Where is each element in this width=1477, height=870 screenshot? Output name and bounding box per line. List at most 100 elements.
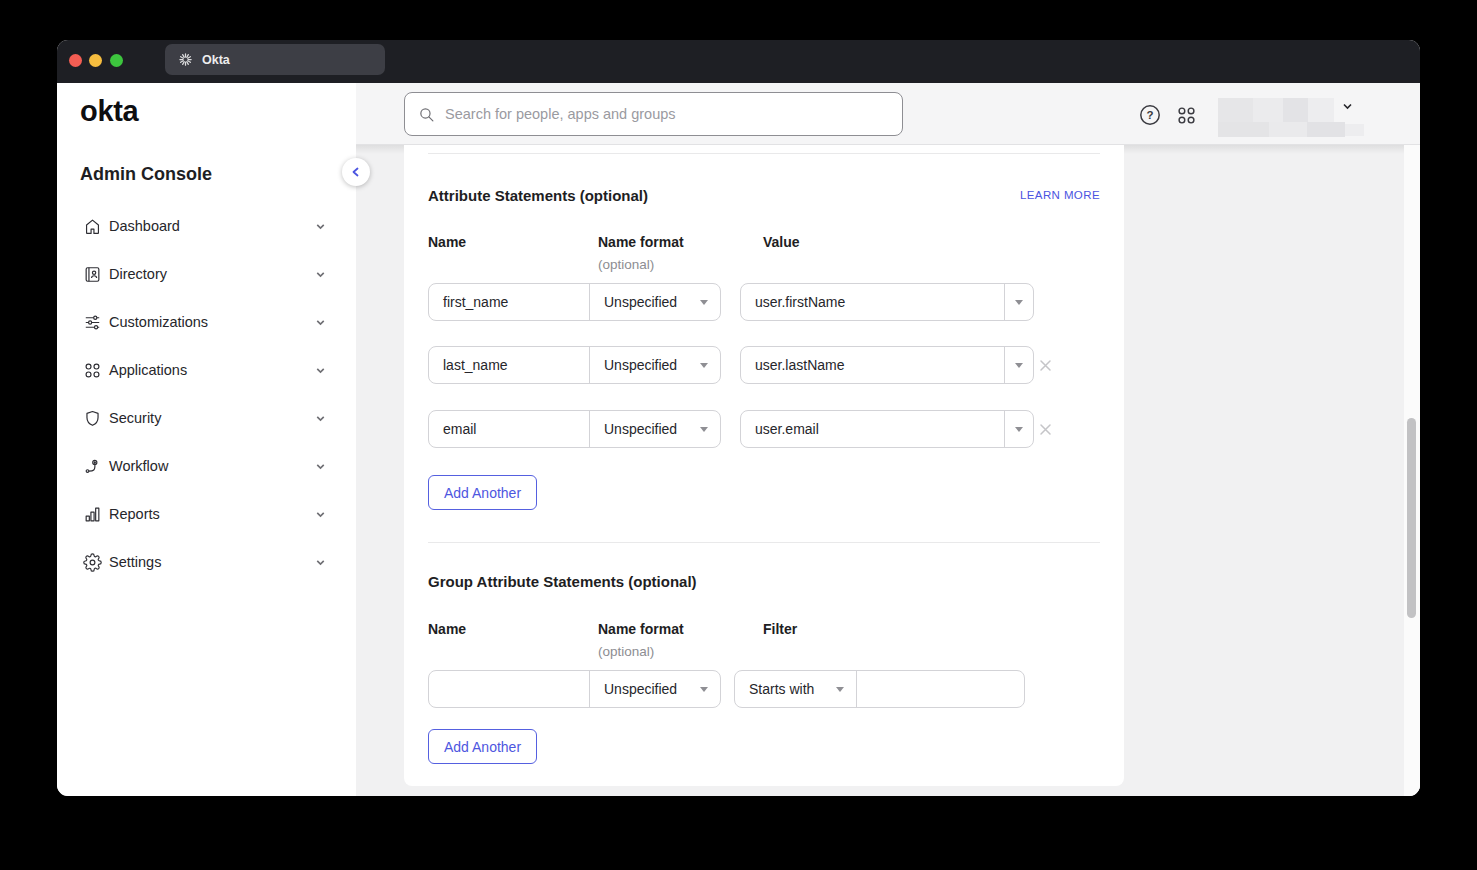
value-dropdown-button[interactable] xyxy=(1004,284,1033,320)
app-grid-icon xyxy=(1177,106,1196,125)
sidebar-nav: Dashboard Directory Customizations Appli… xyxy=(57,202,356,586)
filter-type-select[interactable]: Starts with xyxy=(735,671,857,707)
group-name-input[interactable] xyxy=(429,671,590,707)
redacted-account-email xyxy=(1218,122,1345,137)
admin-console-title: Admin Console xyxy=(80,164,212,185)
chevron-down-icon xyxy=(314,268,327,281)
value-dropdown-button[interactable] xyxy=(1004,347,1033,383)
caret-down-icon xyxy=(700,687,720,692)
redacted-account-extra xyxy=(1345,124,1364,136)
account-chevron-down-icon xyxy=(1341,100,1354,113)
remove-row-button[interactable] xyxy=(1037,421,1053,437)
attribute-row: last_name Unspecified user.lastName xyxy=(428,346,1100,384)
divider xyxy=(428,153,1100,154)
app-switcher-button[interactable] xyxy=(1177,106,1196,125)
attribute-statements-title: Attribute Statements (optional) xyxy=(428,187,648,204)
column-header-name-format: Name format xyxy=(598,234,684,250)
attribute-value-input[interactable]: user.firstName xyxy=(741,284,1004,320)
sidebar-item-label: Dashboard xyxy=(109,218,307,234)
sliders-icon xyxy=(83,313,102,332)
sidebar-item-label: Directory xyxy=(109,266,307,282)
remove-row-button[interactable] xyxy=(1037,357,1053,373)
add-another-group-attribute-button[interactable]: Add Another xyxy=(428,729,537,764)
topbar: ? xyxy=(356,83,1420,145)
gear-icon xyxy=(83,553,102,572)
main-content: Attribute Statements (optional) LEARN MO… xyxy=(356,83,1420,796)
name-format-value: Unspecified xyxy=(604,421,677,437)
attribute-row: first_name Unspecified user.firstName xyxy=(428,283,1100,321)
browser-tab[interactable]: Okta xyxy=(165,44,385,75)
window-titlebar: Okta xyxy=(57,40,1420,83)
minimize-window-button[interactable] xyxy=(89,54,102,67)
sidebar-item-workflow[interactable]: Workflow xyxy=(57,442,356,490)
sidebar-item-label: Customizations xyxy=(109,314,307,330)
help-button[interactable]: ? xyxy=(1139,104,1161,126)
attribute-value-input[interactable]: user.email xyxy=(741,411,1004,447)
name-format-group: email Unspecified xyxy=(428,410,721,448)
workflow-icon xyxy=(83,457,102,476)
column-header-name: Name xyxy=(428,234,466,250)
add-another-attribute-button[interactable]: Add Another xyxy=(428,475,537,510)
value-combobox: user.email xyxy=(740,410,1034,448)
home-icon xyxy=(83,217,102,236)
close-window-button[interactable] xyxy=(69,54,82,67)
column-header-name-format: Name format xyxy=(598,621,684,637)
group-attribute-row: Unspecified Starts with xyxy=(428,670,1100,708)
sidebar-item-dashboard[interactable]: Dashboard xyxy=(57,202,356,250)
chevron-down-icon xyxy=(314,556,327,569)
sidebar: okta Admin Console Dashboard Directory C… xyxy=(57,83,356,796)
name-format-group: first_name Unspecified xyxy=(428,283,721,321)
sidebar-item-label: Reports xyxy=(109,506,307,522)
attribute-value-input[interactable]: user.lastName xyxy=(741,347,1004,383)
redacted-account-name xyxy=(1218,98,1334,122)
sidebar-item-security[interactable]: Security xyxy=(57,394,356,442)
group-attribute-statements-title: Group Attribute Statements (optional) xyxy=(428,573,697,590)
caret-down-icon xyxy=(700,300,720,305)
attribute-name-input[interactable]: first_name xyxy=(429,284,590,320)
sidebar-item-applications[interactable]: Applications xyxy=(57,346,356,394)
tab-title: Okta xyxy=(202,53,230,67)
filter-group: Starts with xyxy=(734,670,1025,708)
caret-down-icon xyxy=(836,687,856,692)
sidebar-collapse-button[interactable] xyxy=(342,158,370,186)
name-format-select[interactable]: Unspecified xyxy=(590,671,720,707)
zoom-window-button[interactable] xyxy=(110,54,123,67)
filter-value-input[interactable] xyxy=(857,671,1024,707)
attribute-name-input[interactable]: email xyxy=(429,411,590,447)
learn-more-link[interactable]: LEARN MORE xyxy=(1020,189,1100,201)
chevron-down-icon xyxy=(314,508,327,521)
sidebar-item-reports[interactable]: Reports xyxy=(57,490,356,538)
divider xyxy=(428,542,1100,543)
name-format-select[interactable]: Unspecified xyxy=(590,284,720,320)
name-format-select[interactable]: Unspecified xyxy=(590,411,720,447)
name-format-group: Unspecified xyxy=(428,670,721,708)
value-combobox: user.firstName xyxy=(740,283,1034,321)
directory-icon xyxy=(83,265,102,284)
bar-chart-icon xyxy=(83,505,102,524)
sidebar-item-customizations[interactable]: Customizations xyxy=(57,298,356,346)
sidebar-item-label: Workflow xyxy=(109,458,307,474)
column-header-name: Name xyxy=(428,621,466,637)
name-format-value: Unspecified xyxy=(604,294,677,310)
sidebar-item-settings[interactable]: Settings xyxy=(57,538,356,586)
scrollbar-track[interactable] xyxy=(1404,145,1420,796)
sidebar-item-directory[interactable]: Directory xyxy=(57,250,356,298)
value-dropdown-button[interactable] xyxy=(1004,411,1033,447)
settings-card: Attribute Statements (optional) LEARN MO… xyxy=(404,145,1124,786)
chevron-down-icon xyxy=(314,364,327,377)
help-icon: ? xyxy=(1139,104,1161,126)
name-format-select[interactable]: Unspecified xyxy=(590,347,720,383)
search-box xyxy=(404,92,903,136)
scrollbar-thumb[interactable] xyxy=(1407,418,1416,618)
okta-favicon xyxy=(178,52,193,67)
chevron-down-icon xyxy=(314,220,327,233)
column-header-filter: Filter xyxy=(763,621,797,637)
chevron-down-icon xyxy=(314,460,327,473)
chevron-down-icon xyxy=(314,412,327,425)
search-input[interactable] xyxy=(445,106,889,122)
attribute-name-input[interactable]: last_name xyxy=(429,347,590,383)
name-format-group: last_name Unspecified xyxy=(428,346,721,384)
svg-text:?: ? xyxy=(1146,109,1153,121)
filter-type-value: Starts with xyxy=(749,681,814,697)
app-grid-icon xyxy=(83,361,102,380)
